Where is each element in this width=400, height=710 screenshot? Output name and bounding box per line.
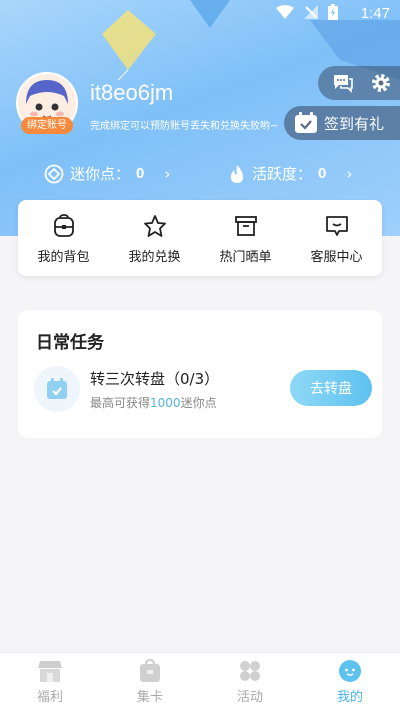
tab-activities[interactable]: 活动 [200,653,300,710]
tab-label: 集卡 [136,690,163,705]
flame-icon [231,164,243,183]
shop-icon [38,661,62,682]
daily-tasks-card: 日常任务 转三次转盘（0/3） 最高可获得1000迷你点 去转盘 [18,310,382,438]
tab-label: 活动 [236,690,263,705]
quick-item-label: 热门晒单 [219,250,272,265]
backpack-icon [53,214,74,237]
calendar-check-icon [47,378,67,399]
activity-stat[interactable]: 活跃度： 0 › [228,163,352,184]
go-spin-button[interactable]: 去转盘 [290,370,372,406]
task-name: 转三次转盘（0/3） [90,370,220,388]
battery-icon [328,4,338,20]
quick-item-label: 客服中心 [310,250,363,265]
bottom-tab-bar: 福利 集卡 活动 我的 [0,652,400,710]
signin-gift-button[interactable]: 签到有礼 [284,106,400,140]
quick-item-backpack[interactable]: 我的背包 [18,200,109,276]
quick-item-exchange[interactable]: 我的兑换 [109,200,200,276]
box-icon [234,216,257,236]
quick-item-label: 我的背包 [37,250,90,265]
chevron-right-icon: › [164,164,171,183]
header-actions [318,66,400,100]
quick-item-showcase[interactable]: 热门晒单 [200,200,291,276]
task-description: 最高可获得1000迷你点 [90,394,217,411]
bind-account-badge[interactable]: 绑定账号 [21,117,73,134]
star-icon [143,215,166,237]
task-reward-amount: 1000 [150,396,181,410]
status-time: 1:47 [360,5,390,22]
daily-tasks-title: 日常任务 [36,333,104,353]
tab-label: 福利 [36,690,63,705]
clover-icon [240,661,260,681]
calendar-check-icon [295,112,317,133]
settings-gear-icon[interactable] [370,72,392,94]
bind-tip: 完成绑定可以预防账号丢失和兑换失败哟~ [90,121,279,132]
tab-welfare[interactable]: 福利 [0,653,100,710]
wifi-icon [276,5,294,19]
mini-points-icon [44,164,64,183]
tab-mine[interactable]: 我的 [300,653,400,710]
quick-menu-card: 我的背包 我的兑换 热门晒单 客服中心 [18,200,382,276]
task-desc-suffix: 迷你点 [180,396,217,410]
tab-label: 我的 [336,690,363,705]
quick-item-support[interactable]: 客服中心 [291,200,382,276]
message-icon[interactable] [332,73,354,93]
mini-points-value: 0 [136,165,145,182]
chevron-right-icon: › [346,164,353,183]
mini-points-stat[interactable]: 迷你点： 0 › [44,163,170,184]
card-bag-icon [140,659,160,682]
tab-collect-cards[interactable]: 集卡 [100,653,200,710]
activity-value: 0 [318,165,327,182]
task-desc-prefix: 最高可获得 [90,396,151,410]
chat-icon [325,216,348,236]
quick-item-label: 我的兑换 [128,250,181,265]
mini-points-label: 迷你点： [70,165,131,183]
task-icon-wrapper [34,366,80,412]
status-bar: 1:47 [0,0,400,28]
username: it8eo6jm [90,80,174,105]
activity-label: 活跃度： [252,165,313,183]
no-signal-icon [304,5,318,19]
signin-label: 签到有礼 [324,114,385,133]
face-icon [339,660,361,682]
